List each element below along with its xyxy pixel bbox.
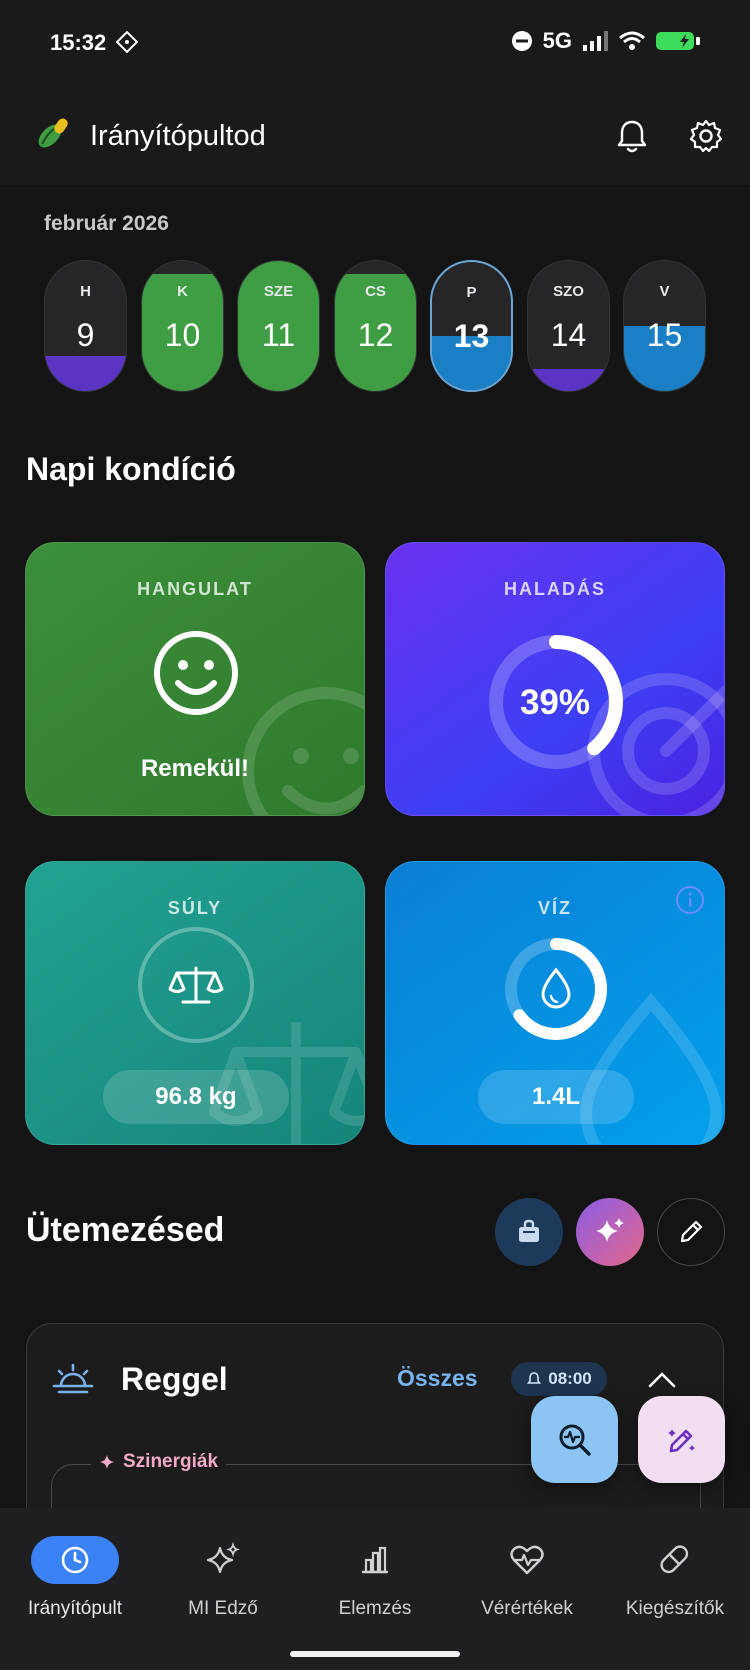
magnifier-pulse-icon (559, 1424, 591, 1456)
day-pill[interactable]: CS 12 (334, 260, 417, 392)
day-number: 11 (261, 317, 296, 353)
nav-label-dashboard: Irányítópult (28, 1598, 122, 1619)
do-not-disturb-icon (511, 31, 532, 51)
nav-item-blood-values[interactable]: Vérértékek (452, 1526, 602, 1626)
day-label: K (177, 283, 188, 300)
lab-analysis-fab[interactable] (531, 1396, 618, 1483)
water-card[interactable]: VÍZ 1.4L (385, 861, 725, 1145)
reminder-time-badge[interactable]: 08:00 (511, 1362, 607, 1396)
bottom-navigation: Irányítópult MI Edző Elemzés Vérértékek … (0, 1508, 750, 1670)
weight-title: SÚLY (167, 898, 223, 918)
day-number: 10 (164, 317, 201, 353)
home-indicator[interactable] (290, 1651, 460, 1657)
synergy-label-wrap: Szinergiák (91, 1451, 227, 1473)
nav-icon-wrap (631, 1536, 719, 1584)
water-value: 1.4L (478, 1070, 634, 1124)
ai-edit-fab[interactable] (638, 1396, 725, 1483)
day-fill (528, 368, 609, 391)
grid-app-icon (116, 31, 138, 53)
wifi-icon (619, 31, 645, 50)
nav-item-supplements[interactable]: Kiegészítők (600, 1526, 750, 1626)
nav-label-ai-coach: MI Edző (188, 1598, 258, 1619)
sunrise-icon (52, 1363, 94, 1394)
progress-card[interactable]: HALADÁS 39% (385, 542, 725, 816)
reminder-time: 08:00 (548, 1369, 592, 1388)
day-pill[interactable]: SZO 14 (527, 260, 610, 392)
smiley-icon (154, 631, 238, 715)
nav-item-analysis[interactable]: Elemzés (300, 1526, 450, 1626)
day-number: 9 (76, 317, 95, 353)
info-icon[interactable] (674, 884, 706, 916)
signal-icon (583, 31, 608, 51)
nav-label-analysis: Elemzés (338, 1598, 412, 1619)
day-label: P (466, 284, 477, 301)
day-label: H (80, 283, 91, 300)
mood-value: Remekül! (140, 755, 250, 782)
nav-active-indicator (31, 1536, 119, 1584)
nav-label-supplements: Kiegészítők (625, 1598, 725, 1619)
network-label: 5G (542, 28, 572, 53)
smiley-watermark-icon (242, 687, 364, 815)
app-header: Irányítópultod (0, 90, 750, 185)
day-fill (45, 355, 126, 391)
scale-icon (138, 927, 254, 1043)
status-indicators: 5G (511, 28, 702, 54)
day-label: SZO (553, 283, 584, 300)
sparkles-icon (206, 1542, 240, 1574)
morning-title: Reggel (121, 1361, 228, 1397)
mood-title: HANGULAT (137, 579, 253, 599)
battery-icon (656, 32, 700, 50)
view-all-link[interactable]: Összes (397, 1365, 478, 1392)
status-bar: 15:32 5G (0, 0, 750, 90)
month-label: február 2026 (44, 212, 169, 235)
ai-button[interactable] (576, 1198, 644, 1266)
bell-small-icon (527, 1372, 542, 1384)
sparkle-small-icon (100, 1455, 114, 1469)
day-number: 12 (357, 317, 394, 353)
shopping-bag-icon (519, 1219, 539, 1242)
weight-card[interactable]: SÚLY 96.8 kg (25, 861, 365, 1145)
nav-item-dashboard[interactable]: Irányítópult (0, 1526, 150, 1626)
logo-icon (38, 118, 68, 148)
day-label: V (659, 283, 670, 300)
day-pill[interactable]: V 15 (623, 260, 706, 392)
pencil-icon (680, 1220, 703, 1243)
day-number: 15 (646, 317, 683, 353)
magic-pencil-icon (667, 1428, 695, 1452)
day-pill[interactable]: K 10 (141, 260, 224, 392)
heart-pulse-icon (510, 1545, 544, 1575)
mood-card[interactable]: HANGULAT Remekül! (25, 542, 365, 816)
status-time: 15:32 (50, 30, 107, 55)
pill-icon (660, 1545, 689, 1574)
schedule-section-title: Ütemezésed (26, 1211, 225, 1249)
nav-label-blood-values: Vérértékek (481, 1598, 573, 1619)
day-pill[interactable]: H9 (44, 260, 127, 392)
day-number: 13 (453, 318, 490, 354)
day-number: 14 (550, 317, 587, 353)
nav-icon-wrap (179, 1536, 267, 1584)
synergy-label: Szinergiák (123, 1451, 219, 1472)
day-label: CS (365, 283, 386, 300)
progress-title: HALADÁS (504, 579, 606, 599)
day-pill[interactable]: SZE 11 (237, 260, 320, 392)
sparkles-icon (596, 1218, 624, 1242)
edit-button[interactable] (657, 1198, 725, 1266)
weight-value: 96.8 kg (103, 1070, 289, 1124)
day-pill[interactable]: P 13 (430, 260, 513, 392)
shop-button[interactable] (495, 1198, 563, 1266)
progress-value: 39% (519, 683, 591, 722)
chevron-up-icon[interactable] (647, 1370, 677, 1390)
bell-icon[interactable] (612, 116, 652, 156)
nav-icon-wrap (331, 1536, 419, 1584)
condition-section-title: Napi kondíció (26, 451, 236, 487)
week-day-strip: H 9 K 10 SZE 11 CS 12 P 13 SZO 14 V 15 (44, 260, 706, 392)
bar-chart-icon (361, 1546, 389, 1574)
water-ring (505, 938, 607, 1040)
page-title: Irányítópultod (90, 120, 266, 152)
day-label: SZE (263, 283, 294, 300)
gear-icon[interactable] (686, 116, 726, 156)
nav-item-ai-coach[interactable]: MI Edző (148, 1526, 298, 1626)
clock-icon (61, 1546, 89, 1574)
nav-icon-wrap (483, 1536, 571, 1584)
